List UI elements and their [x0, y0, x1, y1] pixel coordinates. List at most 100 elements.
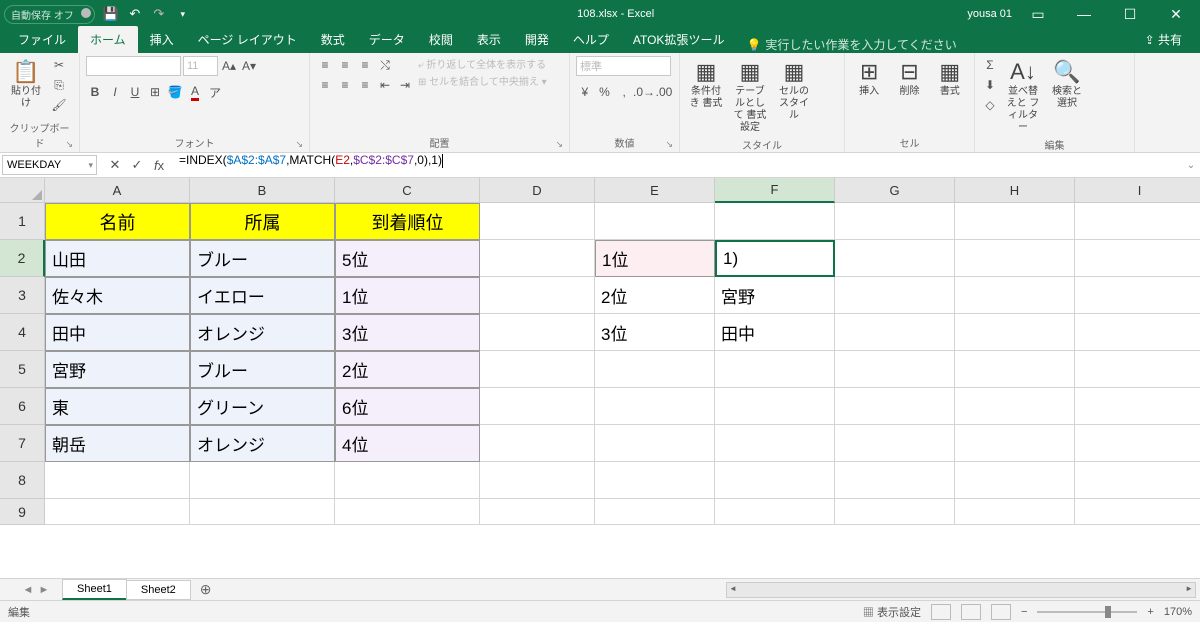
- fill-color-icon[interactable]: 🪣: [166, 83, 184, 101]
- autosave-toggle[interactable]: 自動保存 オフ: [4, 5, 95, 24]
- column-header-E[interactable]: E: [595, 178, 715, 203]
- fx-icon[interactable]: fx: [149, 155, 169, 175]
- cell-I4[interactable]: [1075, 314, 1200, 351]
- tab-home[interactable]: ホーム: [78, 26, 138, 53]
- cell-G2[interactable]: [835, 240, 955, 277]
- cell-F6[interactable]: [715, 388, 835, 425]
- cell-A1[interactable]: 名前: [45, 203, 190, 240]
- cell-I5[interactable]: [1075, 351, 1200, 388]
- font-size[interactable]: 11: [183, 56, 218, 76]
- cell-B3[interactable]: イエロー: [190, 277, 335, 314]
- comma-icon[interactable]: ,: [615, 83, 633, 101]
- cell-F7[interactable]: [715, 425, 835, 462]
- save-icon[interactable]: 💾: [103, 6, 119, 22]
- cell-A3[interactable]: 佐々木: [45, 277, 190, 314]
- maximize-button[interactable]: ☐: [1110, 0, 1150, 28]
- cell-D9[interactable]: [480, 499, 595, 525]
- cell-E8[interactable]: [595, 462, 715, 499]
- zoom-level[interactable]: 170%: [1164, 606, 1192, 618]
- number-format[interactable]: 標準: [576, 56, 671, 76]
- cell-C1[interactable]: 到着順位: [335, 203, 480, 240]
- user-name[interactable]: yousa 01: [967, 8, 1012, 20]
- launcher-icon[interactable]: ↘: [555, 139, 563, 150]
- expand-formula-bar-icon[interactable]: ⌄: [1182, 153, 1200, 177]
- row-header-1[interactable]: 1: [0, 203, 45, 240]
- cell-F3[interactable]: 宮野: [715, 277, 835, 314]
- cell-C2[interactable]: 5位: [335, 240, 480, 277]
- cell-H8[interactable]: [955, 462, 1075, 499]
- tab-developer[interactable]: 開発: [513, 26, 561, 53]
- cell-A6[interactable]: 東: [45, 388, 190, 425]
- cell-H4[interactable]: [955, 314, 1075, 351]
- cell-D3[interactable]: [480, 277, 595, 314]
- row-header-3[interactable]: 3: [0, 277, 45, 314]
- clear-icon[interactable]: ◇: [981, 96, 999, 114]
- copy-icon[interactable]: ⎘: [50, 76, 68, 94]
- cell-G1[interactable]: [835, 203, 955, 240]
- align-right-icon[interactable]: ≡: [356, 76, 374, 94]
- underline-button[interactable]: U: [126, 83, 144, 101]
- row-header-4[interactable]: 4: [0, 314, 45, 351]
- cell-E4[interactable]: 3位: [595, 314, 715, 351]
- cell-G5[interactable]: [835, 351, 955, 388]
- align-center-icon[interactable]: ≡: [336, 76, 354, 94]
- cell-A4[interactable]: 田中: [45, 314, 190, 351]
- cell-G7[interactable]: [835, 425, 955, 462]
- align-top-icon[interactable]: ≡: [316, 56, 334, 74]
- column-header-I[interactable]: I: [1075, 178, 1200, 203]
- cell-I6[interactable]: [1075, 388, 1200, 425]
- grow-font-icon[interactable]: A▴: [220, 57, 238, 75]
- launcher-icon[interactable]: ↘: [295, 139, 303, 150]
- cell-G4[interactable]: [835, 314, 955, 351]
- cell-H3[interactable]: [955, 277, 1075, 314]
- cell-B1[interactable]: 所属: [190, 203, 335, 240]
- cell-B5[interactable]: ブルー: [190, 351, 335, 388]
- cell-I9[interactable]: [1075, 499, 1200, 525]
- cell-I3[interactable]: [1075, 277, 1200, 314]
- tab-layout[interactable]: ページ レイアウト: [186, 26, 309, 53]
- enter-formula-icon[interactable]: ✓: [127, 155, 147, 175]
- cell-F8[interactable]: [715, 462, 835, 499]
- sheet-tab-2[interactable]: Sheet2: [126, 580, 191, 600]
- qat-dropdown-icon[interactable]: ▾: [175, 6, 191, 22]
- font-name[interactable]: [86, 56, 181, 76]
- percent-icon[interactable]: %: [596, 83, 614, 101]
- cell-B4[interactable]: オレンジ: [190, 314, 335, 351]
- tab-atok[interactable]: ATOK拡張ツール: [621, 26, 737, 53]
- column-header-B[interactable]: B: [190, 178, 335, 203]
- cell-I1[interactable]: [1075, 203, 1200, 240]
- share-button[interactable]: ⇪ 共有: [1137, 26, 1190, 53]
- format-painter-icon[interactable]: 🖌: [50, 96, 68, 114]
- column-header-H[interactable]: H: [955, 178, 1075, 203]
- page-break-view-icon[interactable]: [991, 604, 1011, 620]
- cell-D6[interactable]: [480, 388, 595, 425]
- cell-A5[interactable]: 宮野: [45, 351, 190, 388]
- name-box[interactable]: WEEKDAY: [2, 155, 97, 175]
- column-header-D[interactable]: D: [480, 178, 595, 203]
- cell-I7[interactable]: [1075, 425, 1200, 462]
- row-header-9[interactable]: 9: [0, 499, 45, 525]
- redo-icon[interactable]: ↷: [151, 6, 167, 22]
- cell-G9[interactable]: [835, 499, 955, 525]
- sheet-tab-1[interactable]: Sheet1: [62, 579, 127, 600]
- font-color-icon[interactable]: A: [186, 83, 204, 101]
- cell-I2[interactable]: [1075, 240, 1200, 277]
- cell-C8[interactable]: [335, 462, 480, 499]
- cell-I8[interactable]: [1075, 462, 1200, 499]
- format-cells-button[interactable]: ▦書式: [932, 56, 968, 100]
- sheet-nav-prev-icon[interactable]: ◄: [20, 584, 36, 596]
- tab-help[interactable]: ヘルプ: [561, 26, 621, 53]
- tab-formulas[interactable]: 数式: [309, 26, 357, 53]
- cell-E6[interactable]: [595, 388, 715, 425]
- horizontal-scrollbar[interactable]: [726, 582, 1196, 598]
- cell-B6[interactable]: グリーン: [190, 388, 335, 425]
- launcher-icon[interactable]: ↘: [665, 139, 673, 150]
- cell-A8[interactable]: [45, 462, 190, 499]
- sheet-nav-next-icon[interactable]: ►: [36, 584, 52, 596]
- cell-A7[interactable]: 朝岳: [45, 425, 190, 462]
- cell-H9[interactable]: [955, 499, 1075, 525]
- tab-file[interactable]: ファイル: [6, 26, 78, 53]
- cell-H1[interactable]: [955, 203, 1075, 240]
- cell-D7[interactable]: [480, 425, 595, 462]
- row-header-7[interactable]: 7: [0, 425, 45, 462]
